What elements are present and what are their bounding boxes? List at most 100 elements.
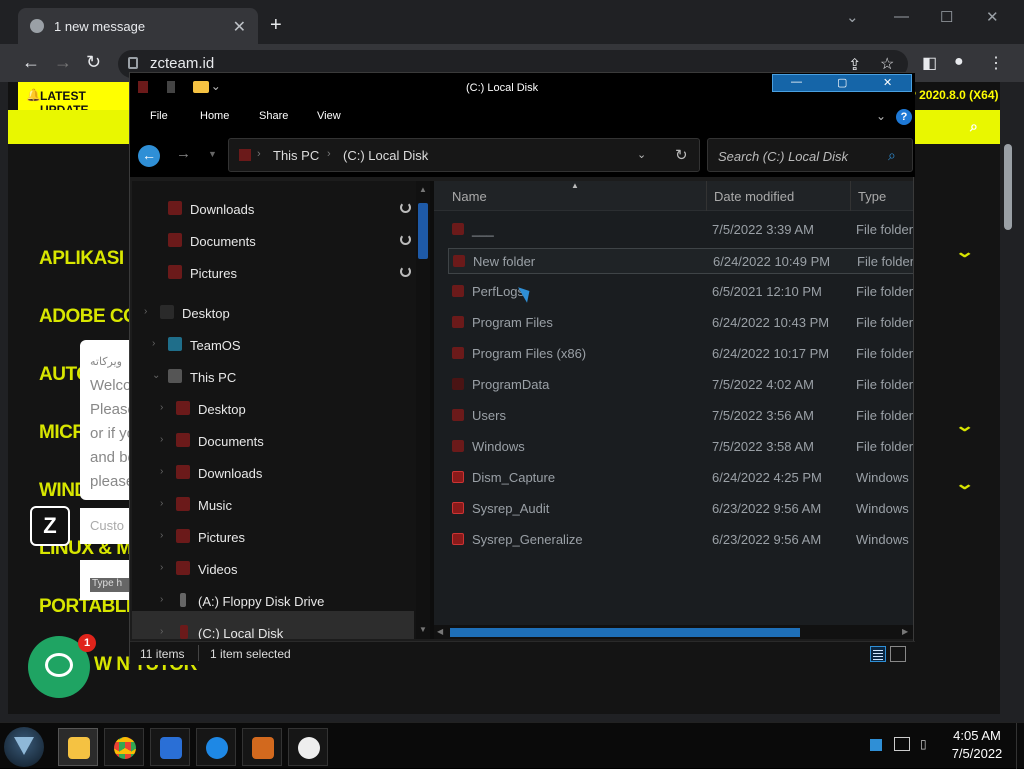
nav-item-documents[interactable]: › Documents xyxy=(132,427,416,455)
close-window-button[interactable]: ✕ xyxy=(986,8,999,26)
taskbar-file-explorer[interactable] xyxy=(58,728,98,766)
reload-icon[interactable]: ↻ xyxy=(86,52,101,73)
expand-chevron-icon[interactable]: › xyxy=(160,466,163,477)
collapse-chevron-icon[interactable]: ⌄ xyxy=(152,370,160,381)
nav-item-videos[interactable]: › Videos xyxy=(132,555,416,583)
zcteam-logo[interactable]: Z xyxy=(30,506,70,546)
nav-item-desktop[interactable]: › Desktop xyxy=(132,395,416,423)
expand-chevron-icon[interactable]: › xyxy=(160,594,163,605)
expand-chevron-icon[interactable]: › xyxy=(160,434,163,445)
properties-icon[interactable] xyxy=(167,80,176,93)
nav-scroll-thumb[interactable] xyxy=(418,203,428,259)
tab-file[interactable]: File xyxy=(150,110,168,122)
file-row[interactable]: PerfLogs 6/5/2021 12:10 PM File folder xyxy=(448,279,913,305)
search-box[interactable]: Search (C:) Local Disk ⌕ xyxy=(707,138,913,172)
help-button[interactable]: ? xyxy=(896,109,912,125)
recent-locations-icon[interactable]: ▼ xyxy=(208,149,217,159)
system-clock[interactable]: 4:05 AM 7/5/2022 xyxy=(942,727,1012,763)
nav-item-desktop-root[interactable]: › Desktop xyxy=(132,299,416,327)
taskbar-app-lightning[interactable] xyxy=(196,728,236,766)
expand-chevron-icon[interactable]: › xyxy=(160,626,163,637)
chevron-down-icon[interactable]: ⌄ xyxy=(955,474,975,494)
taskbar-app-tools[interactable] xyxy=(288,728,328,766)
expand-chevron-icon[interactable]: › xyxy=(160,562,163,573)
pin-icon[interactable] xyxy=(400,234,411,245)
tab-share[interactable]: Share xyxy=(259,110,288,122)
file-row[interactable]: Dism_Capture 6/24/2022 4:25 PM Windows xyxy=(448,465,913,491)
nav-item-local-disk[interactable]: › (C:) Local Disk xyxy=(132,619,416,639)
horizontal-scrollbar[interactable]: ◀ ▶ xyxy=(434,625,913,639)
file-row[interactable]: Users 7/5/2022 3:56 AM File folder xyxy=(448,403,913,429)
nav-item-downloads-quick[interactable]: Downloads xyxy=(132,195,416,223)
expand-chevron-icon[interactable]: › xyxy=(160,402,163,413)
file-row[interactable]: New folder 6/24/2022 10:49 PM File folde… xyxy=(448,248,913,274)
column-date-modified[interactable]: Date modified xyxy=(714,189,794,204)
column-name[interactable]: Name xyxy=(452,189,487,204)
file-row[interactable]: ___ 7/5/2022 3:39 AM File folder xyxy=(448,217,913,243)
large-icons-view-icon[interactable] xyxy=(890,646,906,662)
scroll-down-icon[interactable]: ▼ xyxy=(419,625,427,634)
chat-message-input[interactable]: Type h xyxy=(90,578,130,592)
search-icon[interactable]: ⌕ xyxy=(888,147,896,164)
maximize-button[interactable]: ▢ xyxy=(837,76,847,89)
minimize-button[interactable]: — xyxy=(791,76,802,88)
file-row[interactable]: Windows 7/5/2022 3:58 AM File folder xyxy=(448,434,913,460)
tray-app-icon[interactable] xyxy=(870,739,882,751)
start-button[interactable] xyxy=(4,727,44,767)
breadcrumb-separator-icon[interactable]: › xyxy=(425,148,429,160)
file-row[interactable]: Sysrep_Audit 6/23/2022 9:56 AM Windows xyxy=(448,496,913,522)
chevron-down-icon[interactable]: ⌄ xyxy=(955,242,975,262)
explorer-app-icon[interactable] xyxy=(138,80,148,93)
chevron-down-icon[interactable]: ⌄ xyxy=(955,416,975,436)
taskbar-app-cubes[interactable] xyxy=(150,728,190,766)
scroll-right-icon[interactable]: ▶ xyxy=(902,627,908,636)
file-row[interactable]: ProgramData 7/5/2022 4:02 AM File folder xyxy=(448,372,913,398)
profile-icon[interactable]: ● xyxy=(954,53,964,71)
column-type[interactable]: Type xyxy=(858,189,886,204)
side-panel-icon[interactable]: ◧ xyxy=(922,53,937,73)
close-button[interactable]: ✕ xyxy=(883,76,892,89)
nav-item-pictures-quick[interactable]: Pictures xyxy=(132,259,416,287)
volume-icon[interactable]: ▯ xyxy=(920,737,927,751)
bookmark-star-icon[interactable]: ☆ xyxy=(880,54,894,74)
nav-item-music[interactable]: › Music xyxy=(132,491,416,519)
details-view-icon[interactable] xyxy=(870,646,886,662)
file-row[interactable]: Program Files (x86) 6/24/2022 10:17 PM F… xyxy=(448,341,913,367)
back-arrow-icon[interactable]: ← xyxy=(138,145,160,167)
close-tab-icon[interactable]: ✕ xyxy=(233,17,246,37)
pin-icon[interactable] xyxy=(400,266,411,277)
menu-item-aplikasi[interactable]: APLIKASI xyxy=(39,248,124,270)
minimize-button[interactable]: — xyxy=(894,8,909,25)
tab-home[interactable]: Home xyxy=(200,110,229,122)
file-row[interactable]: Sysrep_Generalize 6/23/2022 9:56 AM Wind… xyxy=(448,527,913,553)
scroll-left-icon[interactable]: ◀ xyxy=(437,627,443,636)
back-arrow-icon[interactable]: ← xyxy=(22,52,40,73)
expand-chevron-icon[interactable]: › xyxy=(144,306,147,317)
tab-view[interactable]: View xyxy=(317,110,341,122)
forward-arrow-icon[interactable]: → xyxy=(54,52,72,73)
breadcrumb-separator-icon[interactable]: › xyxy=(327,148,331,160)
menu-item-adobe-cc[interactable]: ADOBE CC xyxy=(39,306,137,328)
scroll-up-icon[interactable]: ▲ xyxy=(419,185,427,194)
page-scrollbar[interactable] xyxy=(1000,82,1016,714)
new-tab-button[interactable]: + xyxy=(270,14,282,37)
maximize-button[interactable]: ☐ xyxy=(940,8,953,26)
column-divider[interactable] xyxy=(706,181,707,211)
nav-scrollbar[interactable]: ▲ ▼ xyxy=(416,181,430,639)
nav-item-documents-quick[interactable]: Documents xyxy=(132,227,416,255)
show-desktop-button[interactable] xyxy=(1016,723,1024,769)
url-text[interactable]: zcteam.id xyxy=(150,55,214,72)
nav-item-this-pc[interactable]: ⌄ This PC xyxy=(132,363,416,391)
expand-ribbon-icon[interactable]: ⌄ xyxy=(876,109,886,123)
address-bar[interactable]: › This PC › (C:) Local Disk › ⌄ ↻ xyxy=(228,138,700,172)
browser-tab[interactable]: 1 new message ✕ xyxy=(18,8,258,44)
nav-item-pictures[interactable]: › Pictures xyxy=(132,523,416,551)
latest-update-badge[interactable]: 🔔 LATEST UPDATE xyxy=(18,82,130,117)
column-divider[interactable] xyxy=(850,181,851,211)
new-folder-icon[interactable] xyxy=(192,80,209,93)
network-icon[interactable] xyxy=(894,737,910,751)
forward-arrow-icon[interactable]: → xyxy=(176,145,191,162)
ticker-text[interactable]: P 2020.8.0 (X64) xyxy=(908,88,999,102)
menu-dots-icon[interactable]: ⋮ xyxy=(988,53,1004,73)
address-dropdown-icon[interactable]: ⌄ xyxy=(637,148,646,161)
